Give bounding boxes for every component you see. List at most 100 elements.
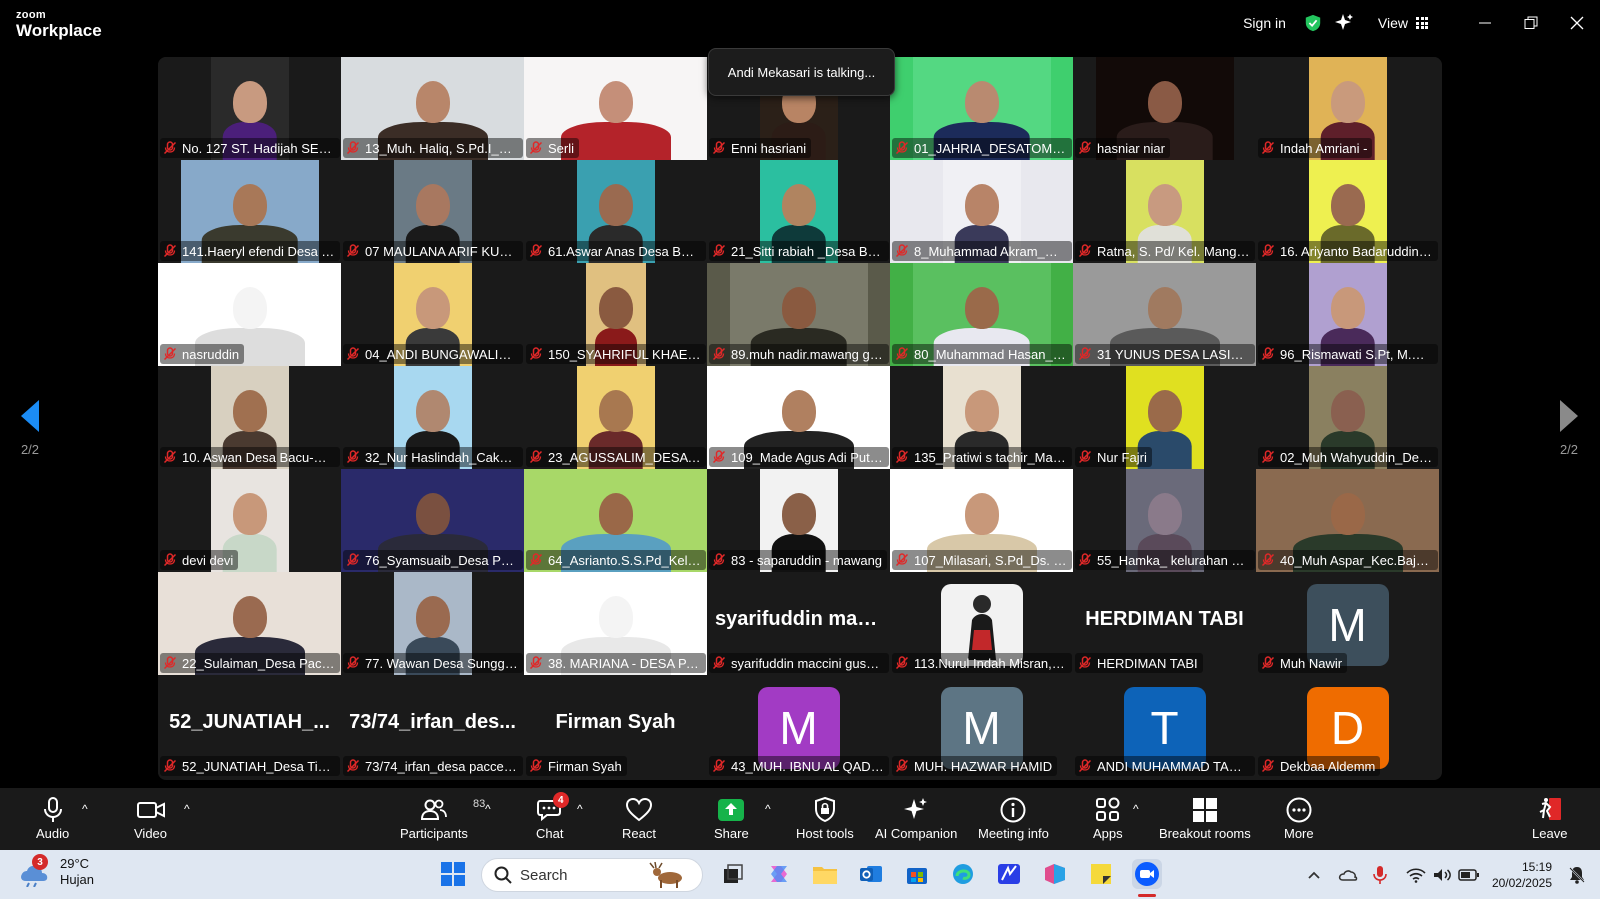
- participant-tile[interactable]: 13_Muh. Haliq, S.Pd.I_Des...: [341, 57, 524, 160]
- encryption-shield-icon[interactable]: [1304, 14, 1322, 32]
- share-button[interactable]: Share: [714, 796, 749, 841]
- participant-tile[interactable]: 8_Muhammad Akram_De...: [890, 160, 1073, 263]
- breakout-rooms-button[interactable]: Breakout rooms: [1159, 796, 1251, 841]
- video-options-caret[interactable]: ^: [184, 802, 190, 816]
- participant-tile[interactable]: Ratna, S. Pd/ Kel. Manggal...: [1073, 160, 1256, 263]
- task-view-button[interactable]: [718, 859, 748, 889]
- participant-tile[interactable]: 22_Sulaiman_Desa Pacce...: [158, 572, 341, 675]
- minimize-button[interactable]: [1462, 0, 1508, 46]
- file-explorer-button[interactable]: [810, 859, 840, 889]
- participant-tile[interactable]: 10. Aswan Desa Bacu-Bac...: [158, 366, 341, 469]
- participant-tile[interactable]: 64_Asrianto.S.S.Pd_Kel.Kal...: [524, 469, 707, 572]
- meeting-info-button[interactable]: Meeting info: [978, 796, 1049, 841]
- windows-start-button[interactable]: [438, 859, 468, 889]
- participant-tile[interactable]: 21_Sitti rabiah _Desa Bat...: [707, 160, 890, 263]
- participant-tile[interactable]: 02_Muh Wahyuddin_Des...: [1256, 366, 1439, 469]
- close-button[interactable]: [1554, 0, 1600, 46]
- participant-name: 02_Muh Wahyuddin_Des...: [1280, 449, 1433, 465]
- participant-tile[interactable]: Nur Fajri: [1073, 366, 1256, 469]
- participant-tile[interactable]: 141.Haeryl efendi Desa Ta...: [158, 160, 341, 263]
- prev-page-button[interactable]: 2/2: [10, 400, 50, 457]
- participant-tile[interactable]: 77. Wawan Desa Sunggu...: [341, 572, 524, 675]
- participant-tile[interactable]: HERDIMAN TABI HERDIMAN TABI: [1073, 572, 1256, 675]
- participants-options-caret[interactable]: ^: [485, 802, 491, 816]
- participant-tile[interactable]: 107_Milasari, S.Pd_Ds. Jal...: [890, 469, 1073, 572]
- system-clock[interactable]: 15:19 20/02/2025: [1492, 859, 1552, 891]
- participant-tile[interactable]: 109_Made Agus Adi Putr...: [707, 366, 890, 469]
- restore-button[interactable]: [1508, 0, 1554, 46]
- participant-tile[interactable]: M Muh Nawir: [1256, 572, 1439, 675]
- participant-tile[interactable]: 135_Pratiwi s tachir_Man...: [890, 366, 1073, 469]
- chat-button[interactable]: 4 Chat: [536, 792, 569, 841]
- notification-bell-icon[interactable]: [1568, 866, 1586, 884]
- participant-tile[interactable]: 52_JUNATIAH_... 52_JUNATIAH_Desa Ting...: [158, 675, 341, 778]
- onedrive-cloud-icon[interactable]: [1338, 867, 1358, 883]
- more-button[interactable]: More: [1284, 796, 1314, 841]
- participant-tile[interactable]: Firman Syah Firman Syah: [524, 675, 707, 778]
- audio-button[interactable]: Audio: [36, 796, 69, 841]
- ai-sparkle-icon[interactable]: [1334, 13, 1354, 33]
- participant-tile[interactable]: No. 127 ST. Hadijah SE K...: [158, 57, 341, 160]
- taskbar-search[interactable]: Search: [481, 858, 703, 892]
- participant-tile[interactable]: 07 MAULANA ARIF KUSU...: [341, 160, 524, 263]
- volume-icon[interactable]: [1432, 867, 1452, 883]
- apps-button[interactable]: Apps: [1093, 796, 1123, 841]
- edge-browser-button[interactable]: [948, 859, 978, 889]
- participant-tile[interactable]: D Dekbaa Aldemm: [1256, 675, 1439, 778]
- view-button[interactable]: View: [1378, 15, 1428, 31]
- battery-icon[interactable]: [1458, 868, 1480, 882]
- participant-nameplate: hasniar niar: [1075, 138, 1170, 158]
- participant-tile[interactable]: devi devi: [158, 469, 341, 572]
- participant-tile[interactable]: 32_Nur Haslindah_Cakke ...: [341, 366, 524, 469]
- participant-tile[interactable]: syarifuddin mac... syarifuddin maccini gu…: [707, 572, 890, 675]
- participant-tile[interactable]: M 43_MUH. IBNU AL QADRI...: [707, 675, 890, 778]
- participant-tile[interactable]: 76_Syamsuaib_Desa Pana...: [341, 469, 524, 572]
- show-hidden-icons-chevron[interactable]: [1306, 867, 1322, 883]
- ai-companion-button[interactable]: AI Companion: [875, 796, 957, 841]
- copilot-button[interactable]: [764, 859, 794, 889]
- m365-button[interactable]: [1040, 859, 1070, 889]
- participant-tile[interactable]: hasniar niar: [1073, 57, 1256, 160]
- participant-tile[interactable]: nasruddin: [158, 263, 341, 366]
- participant-name: 40_Muh Aspar_Kec.Bajen...: [1280, 552, 1433, 568]
- video-button[interactable]: Video: [134, 796, 167, 841]
- participant-tile[interactable]: 150_SYAHRIFUL KHAERU...: [524, 263, 707, 366]
- leave-button[interactable]: Leave: [1532, 796, 1567, 841]
- participant-tile[interactable]: 89.muh nadir.mawang go...: [707, 263, 890, 366]
- host-tools-button[interactable]: Host tools: [796, 796, 854, 841]
- wifi-icon[interactable]: [1406, 867, 1426, 883]
- participant-tile[interactable]: 83 - saparuddin - mawang: [707, 469, 890, 572]
- participant-tile[interactable]: 73/74_irfan_des... 73/74_irfan_desa pacce…: [341, 675, 524, 778]
- mic-in-use-icon[interactable]: [1372, 865, 1388, 885]
- participants-button[interactable]: 83 Participants: [400, 796, 485, 841]
- chat-options-caret[interactable]: ^: [577, 802, 583, 816]
- participant-tile[interactable]: 80_Muhammad Hasan_K...: [890, 263, 1073, 366]
- zoom-taskbar-button[interactable]: [1132, 859, 1162, 889]
- participant-tile[interactable]: 113.Nurul Indah Misran,S...: [890, 572, 1073, 675]
- vpn-app-button[interactable]: [994, 859, 1024, 889]
- participant-tile[interactable]: 04_ANDI BUNGAWALI_D...: [341, 263, 524, 366]
- audio-options-caret[interactable]: ^: [82, 802, 88, 816]
- participant-tile[interactable]: 16. Ariyanto Badaruddin, ...: [1256, 160, 1439, 263]
- weather-widget[interactable]: 3 29°C Hujan: [18, 854, 94, 888]
- participant-tile[interactable]: 23_AGUSSALIM_DESA M...: [524, 366, 707, 469]
- participant-tile[interactable]: T ANDI MUHAMMAD TAUF...: [1073, 675, 1256, 778]
- sticky-notes-button[interactable]: [1086, 859, 1116, 889]
- participant-tile[interactable]: Indah Amriani -: [1256, 57, 1439, 160]
- share-options-caret[interactable]: ^: [765, 802, 771, 816]
- sign-in-link[interactable]: Sign in: [1243, 15, 1286, 31]
- microsoft-store-button[interactable]: [902, 859, 932, 889]
- participant-tile[interactable]: 96_Rismawati S.Pt, M.P_S...: [1256, 263, 1439, 366]
- outlook-button[interactable]: [856, 859, 886, 889]
- apps-options-caret[interactable]: ^: [1133, 802, 1139, 816]
- participant-tile[interactable]: Serli: [524, 57, 707, 160]
- participant-tile[interactable]: 61.Aswar Anas Desa Bulo...: [524, 160, 707, 263]
- participant-tile[interactable]: 40_Muh Aspar_Kec.Bajen...: [1256, 469, 1439, 572]
- participant-tile[interactable]: 01_JAHRIA_DESATOMPO: [890, 57, 1073, 160]
- participant-tile[interactable]: M MUH. HAZWAR HAMID: [890, 675, 1073, 778]
- participant-tile[interactable]: 31 YUNUS DESA LASITAE...: [1073, 263, 1256, 366]
- participant-tile[interactable]: 38. MARIANA - DESA PAB...: [524, 572, 707, 675]
- react-button[interactable]: React: [622, 796, 656, 841]
- participant-tile[interactable]: 55_Hamka_ kelurahan bo...: [1073, 469, 1256, 572]
- next-page-button[interactable]: 2/2: [1549, 400, 1589, 457]
